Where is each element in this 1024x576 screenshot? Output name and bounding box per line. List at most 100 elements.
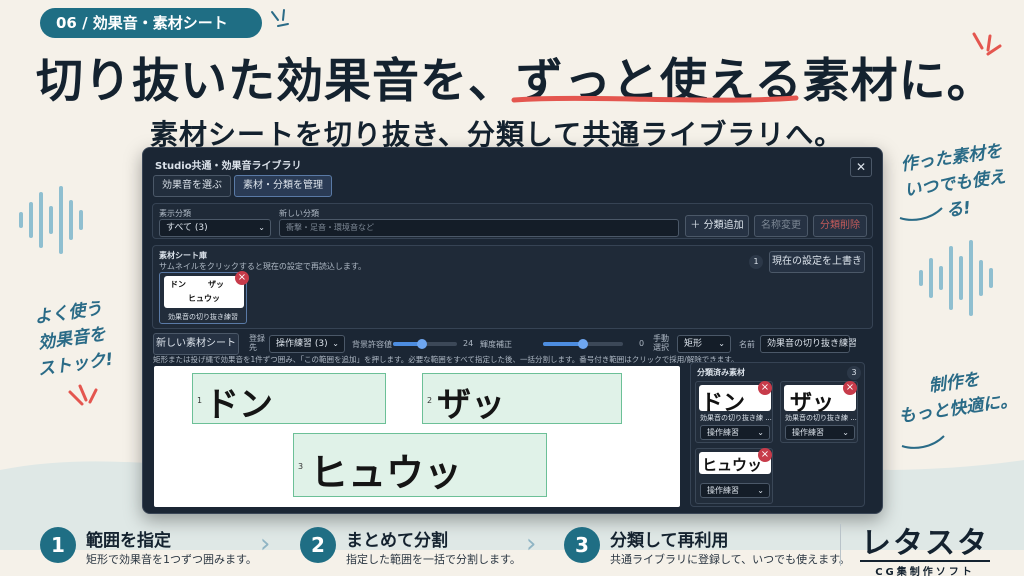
classified-card-2[interactable]: ザッ × 効果音の切り抜き練 ... 操作練習 ⌄	[780, 381, 858, 443]
name-label: 名前	[739, 340, 755, 349]
display-category-select[interactable]: すべて (3) ⌄	[159, 219, 271, 237]
logo-main: レタスタ	[861, 526, 989, 561]
chevron-down-icon: ⌄	[757, 428, 764, 437]
classified-category-select-2[interactable]: 操作練習 ⌄	[785, 425, 855, 440]
library-title: 素材シート庫	[159, 251, 207, 260]
thumb-word-3: ヒュウッ	[188, 294, 220, 303]
brightness-slider[interactable]	[543, 339, 623, 349]
region-number-1: 1	[197, 396, 203, 405]
new-category-label: 新しい分類	[279, 209, 319, 218]
curved-arrow-icon	[899, 207, 943, 221]
accent-spark-icon-left	[68, 384, 98, 406]
remove-material-icon-2[interactable]: ×	[843, 381, 857, 395]
headline-part-1: 切り抜いた効果音を、	[36, 54, 516, 109]
selection-region-2[interactable]: 2 ザッ	[422, 373, 622, 425]
thumb-word-1: ドン	[170, 280, 186, 289]
logo: レタスタ CG集制作ソフト	[860, 518, 990, 576]
emphasis-underline	[511, 95, 799, 103]
remove-sheet-icon[interactable]: ×	[235, 271, 249, 285]
classified-caption-2: 効果音の切り抜き練 ...	[785, 414, 857, 422]
step-3-title: 分類して再利用	[610, 531, 729, 551]
note-right: 制作を もっと快適に。	[893, 362, 1019, 430]
step-3-number: 3	[564, 527, 600, 563]
add-category-button[interactable]: ＋ 分類追加	[685, 215, 749, 237]
step-3: 3 分類して再利用 共通ライブラリに登録して、いつでも使えます。	[564, 523, 850, 571]
region-sfx-2: ザッ	[437, 385, 505, 425]
classified-title: 分類済み素材	[697, 368, 745, 377]
brightness-label: 輝度補正	[480, 340, 512, 349]
manual-select-label: 手動選択	[653, 334, 669, 352]
remove-material-icon-3[interactable]: ×	[758, 448, 772, 462]
step-1: 1 範囲を指定 矩形で効果音を1つずつ囲みます。	[40, 523, 260, 571]
brightness-fill	[543, 342, 583, 346]
remove-material-icon-1[interactable]: ×	[758, 381, 772, 395]
step-2-title: まとめて分割	[346, 531, 448, 551]
register-label: 登録先	[249, 334, 265, 352]
chevron-right-icon: ›	[260, 529, 271, 559]
curved-arrow-icon-2	[901, 435, 945, 449]
tab-manage[interactable]: 素材・分類を管理	[234, 175, 332, 197]
chevron-down-icon: ⌄	[718, 339, 725, 348]
chevron-down-icon: ⌄	[332, 339, 339, 348]
close-button[interactable]: ✕	[850, 157, 872, 177]
instruction-text: 矩形または投げ縄で効果音を1件ずつ囲み、「この範囲を追加」を押します。必要な範囲…	[153, 355, 739, 364]
classified-caption-1: 効果音の切り抜き練 ...	[700, 414, 772, 422]
chevron-down-icon: ⌄	[757, 486, 764, 495]
sound-wave-icon-right	[919, 240, 993, 316]
chevron-right-icon-2: ›	[526, 529, 537, 559]
sheet-thumbnail[interactable]: ドン ザッ ヒュウッ × 効果音の切り抜き練習	[159, 271, 249, 324]
step-3-desc: 共通ライブラリに登録して、いつでも使えます。	[610, 553, 851, 566]
register-select[interactable]: 操作練習 (3) ⌄	[269, 335, 345, 353]
step-1-number: 1	[40, 527, 76, 563]
classified-card-1[interactable]: ドン × 効果音の切り抜き練 ... 操作練習 ⌄	[695, 381, 773, 443]
classified-card-3[interactable]: ヒュウッ × 操作練習 ⌄	[695, 448, 773, 504]
filter-panel: 素示分類 すべて (3) ⌄ 新しい分類 衝撃・足音・環境音など ＋ 分類追加 名…	[152, 203, 873, 239]
library-window: Studio共通・効果音ライブラリ ✕ 効果音を選ぶ 素材・分類を管理 素示分類…	[142, 147, 883, 514]
region-sfx-3: ヒュウッ	[310, 451, 463, 495]
thumbnail-image: ドン ザッ ヒュウッ	[164, 276, 244, 308]
sound-wave-icon-left	[19, 186, 83, 254]
display-category-label: 素示分類	[159, 209, 191, 218]
shape-value: 矩形	[684, 339, 703, 349]
bg-tolerance-knob[interactable]	[416, 339, 427, 349]
classified-category-value-3: 操作練習	[707, 486, 739, 495]
name-input[interactable]: 効果音の切り抜き練習	[760, 335, 857, 353]
bg-tolerance-slider[interactable]	[393, 339, 457, 349]
classified-count: 3	[847, 366, 861, 380]
sheet-canvas[interactable]: 1 ドン 2 ザッ 3 ヒュウッ	[154, 366, 680, 507]
classified-panel: 分類済み素材 3 ドン × 効果音の切り抜き練 ... 操作練習 ⌄ ザッ × 効…	[690, 362, 865, 507]
classified-category-select-3[interactable]: 操作練習 ⌄	[700, 483, 770, 498]
rename-category-button[interactable]: 名称変更	[754, 215, 808, 237]
new-sheet-button[interactable]: 新しい素材シート	[153, 333, 239, 355]
region-sfx-1: ドン	[205, 385, 273, 425]
note-left: よく使う 効果音を ストック!	[17, 293, 127, 384]
step-2-number: 2	[300, 527, 336, 563]
step-2-desc: 指定した範囲を一括で分割します。	[346, 553, 521, 566]
brightness-value: 0	[639, 339, 645, 348]
selection-region-3[interactable]: 3 ヒュウッ	[293, 433, 547, 497]
selection-region-1[interactable]: 1 ドン	[192, 373, 386, 425]
region-number-3: 3	[298, 462, 304, 471]
classified-category-select-1[interactable]: 操作練習 ⌄	[700, 425, 770, 440]
logo-sub: CG集制作ソフト	[860, 560, 990, 576]
chevron-down-icon: ⌄	[258, 223, 265, 232]
chevron-down-icon: ⌄	[842, 428, 849, 437]
library-hint: サムネイルをクリックすると現在の設定で再読込します。	[159, 262, 367, 271]
sheet-library-panel: 素材シート庫 サムネイルをクリックすると現在の設定で再読込します。 1 現在の設…	[152, 245, 873, 329]
new-category-input[interactable]: 衝撃・足音・環境音など	[279, 219, 679, 237]
step-2: 2 まとめて分割 指定した範囲を一括で分割します。	[300, 523, 521, 571]
overwrite-settings-button[interactable]: 現在の設定を上書き	[769, 251, 865, 273]
tab-select-sfx[interactable]: 効果音を選ぶ	[153, 175, 231, 197]
delete-category-button[interactable]: 分類削除	[813, 215, 867, 237]
headline-part-2: 素材に。	[802, 54, 995, 109]
step-1-desc: 矩形で効果音を1つずつ囲みます。	[86, 553, 257, 566]
classified-category-value-1: 操作練習	[707, 428, 739, 437]
library-count-badge: 1	[749, 255, 763, 269]
brightness-knob[interactable]	[578, 339, 588, 349]
section-badge: 06 / 効果音・素材シート	[40, 8, 262, 38]
bg-tolerance-label: 背景許容値	[352, 340, 392, 349]
step-1-title: 範囲を指定	[86, 531, 171, 551]
region-number-2: 2	[427, 396, 433, 405]
shape-select[interactable]: 矩形 ⌄	[677, 335, 731, 353]
thumbnail-caption: 効果音の切り抜き練習	[168, 313, 238, 321]
